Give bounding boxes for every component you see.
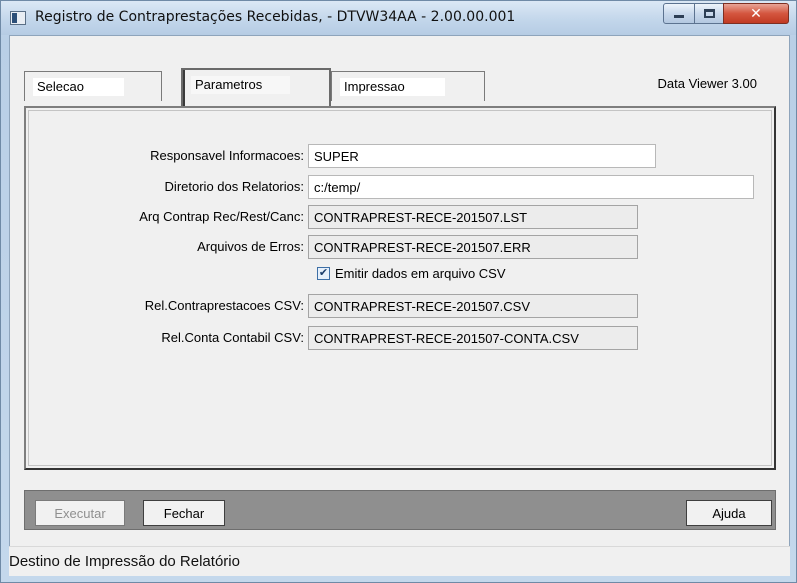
client-area: Selecao Parametros Impressao Data Viewer… — [9, 35, 790, 576]
minimize-icon — [674, 15, 684, 18]
arq-erros-label: Arquivos de Erros: — [197, 239, 304, 254]
status-bar: Destino de Impressão do Relatório — [9, 546, 790, 576]
arq-erros-field[interactable]: CONTRAPREST-RECE-201507.ERR — [308, 235, 638, 259]
app-icon[interactable] — [10, 11, 26, 25]
fechar-button[interactable]: Fechar — [143, 500, 225, 526]
rel-conta-csv-field[interactable]: CONTRAPREST-RECE-201507-CONTA.CSV — [308, 326, 638, 350]
title-bar[interactable]: Registro de Contraprestações Recebidas, … — [1, 1, 796, 35]
app-window: Registro de Contraprestações Recebidas, … — [0, 0, 797, 583]
tab-selecao-label: Selecao — [33, 78, 124, 96]
row-rel-contraprest-csv: Rel.Contraprestacoes CSV: — [10, 294, 304, 318]
tab-impressao[interactable]: Impressao — [331, 71, 485, 101]
arq-contrap-field[interactable]: CONTRAPREST-RECE-201507.LST — [308, 205, 638, 229]
row-arq-contrap: Arq Contrap Rec/Rest/Canc: — [10, 205, 304, 229]
row-rel-conta-csv: Rel.Conta Contabil CSV: — [10, 326, 304, 350]
responsavel-input[interactable]: SUPER — [308, 144, 656, 168]
row-responsavel: Responsavel Informacoes: — [10, 144, 304, 168]
tab-impressao-label: Impressao — [340, 78, 445, 96]
tab-parametros[interactable]: Parametros — [181, 68, 331, 106]
diretorio-label: Diretorio dos Relatorios: — [164, 179, 304, 194]
rel-conta-csv-label: Rel.Conta Contabil CSV: — [161, 330, 304, 345]
close-icon: ✕ — [750, 5, 762, 22]
tab-parametros-label: Parametros — [191, 76, 291, 94]
tab-selecao[interactable]: Selecao — [24, 71, 162, 101]
emitir-csv-checkbox[interactable]: ✔ — [317, 266, 330, 280]
ajuda-button[interactable]: Ajuda — [686, 500, 772, 526]
emitir-csv-row[interactable]: ✔ Emitir dados em arquivo CSV — [317, 264, 506, 282]
arq-contrap-label: Arq Contrap Rec/Rest/Canc: — [139, 209, 304, 224]
row-arq-erros: Arquivos de Erros: — [10, 235, 304, 259]
responsavel-label: Responsavel Informacoes: — [150, 148, 304, 163]
button-bar: Executar Fechar Ajuda — [24, 490, 776, 530]
maximize-icon — [703, 9, 715, 18]
minimize-button[interactable] — [663, 3, 695, 24]
rel-contraprest-csv-field[interactable]: CONTRAPREST-RECE-201507.CSV — [308, 294, 638, 318]
row-diretorio: Diretorio dos Relatorios: — [10, 175, 304, 199]
close-button[interactable]: ✕ — [723, 3, 789, 24]
rel-contraprest-csv-label: Rel.Contraprestacoes CSV: — [144, 298, 304, 313]
emitir-csv-label: Emitir dados em arquivo CSV — [335, 265, 506, 281]
data-viewer-version: Data Viewer 3.00 — [657, 76, 758, 91]
maximize-button[interactable] — [694, 3, 724, 24]
window-title: Registro de Contraprestações Recebidas, … — [35, 9, 516, 25]
caption-buttons: ✕ — [663, 3, 789, 25]
diretorio-input[interactable]: c:/temp/ — [308, 175, 754, 199]
executar-button[interactable]: Executar — [35, 500, 125, 526]
